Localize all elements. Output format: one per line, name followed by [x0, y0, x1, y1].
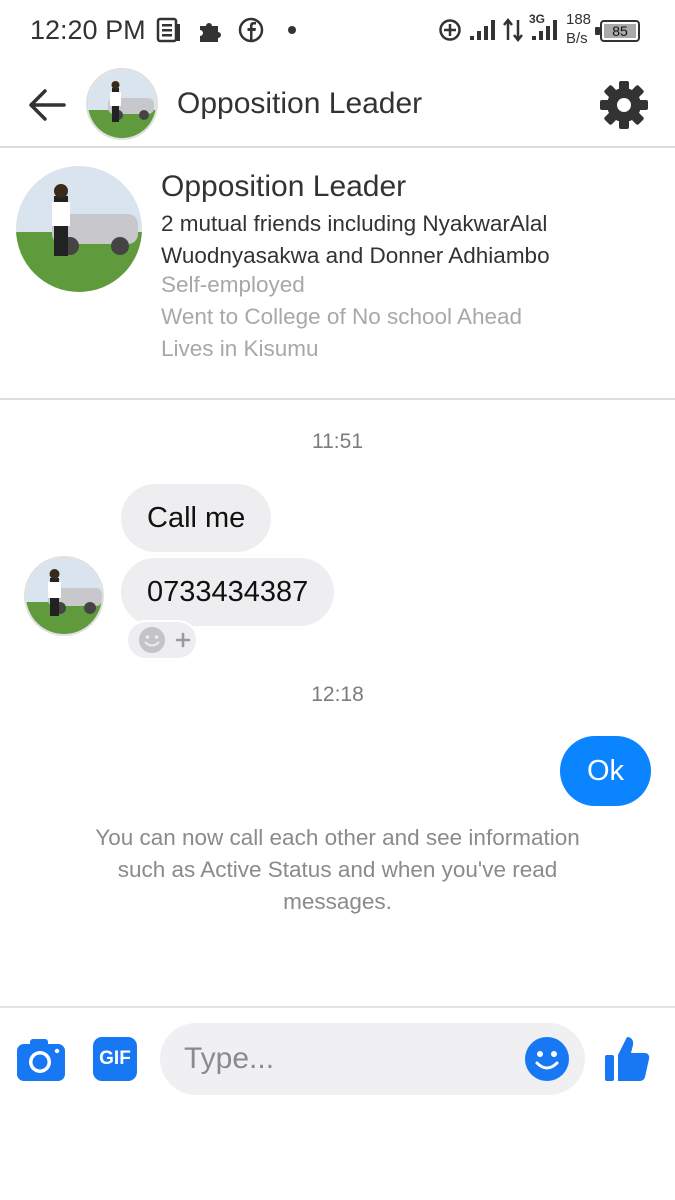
news-icon: [156, 17, 180, 43]
conversation-header: Opposition Leader: [0, 62, 675, 148]
profile-name: Opposition Leader: [161, 170, 407, 203]
message-timestamp: 11:51: [312, 430, 363, 453]
message-input-wrapper: [160, 1023, 585, 1095]
mutual-friends: 2 mutual friends including NyakwarAlal W…: [161, 211, 550, 268]
arrow-left-icon[interactable]: [24, 82, 70, 128]
profile-location: Lives in Kisumu: [161, 336, 319, 361]
battery-level: 85: [612, 23, 628, 39]
profile-card: Opposition Leader 2 mutual friends inclu…: [0, 150, 675, 400]
message-timestamp: 12:18: [311, 683, 364, 706]
speed-unit: B/s: [566, 30, 588, 47]
speed-value: 188: [566, 11, 592, 28]
profile-avatar[interactable]: [16, 166, 142, 292]
avatar-photo: [88, 70, 156, 138]
data-transfer-icon: [503, 17, 523, 43]
facebook-icon: [238, 17, 264, 43]
gif-button[interactable]: GIF: [93, 1037, 137, 1081]
header-avatar[interactable]: [86, 68, 158, 140]
dot-icon: [288, 26, 296, 34]
message-input[interactable]: [184, 1037, 514, 1081]
emoji-icon[interactable]: [524, 1036, 570, 1082]
message-composer: GIF: [0, 1006, 675, 1200]
profile-work: Self-employed: [161, 272, 305, 297]
gear-icon[interactable]: [598, 79, 650, 131]
battery-icon: 85: [595, 20, 640, 42]
signal-icon: [470, 20, 495, 40]
header-title: Opposition Leader: [177, 87, 423, 120]
signal-3g-icon: [532, 20, 557, 40]
battery-tip: [595, 27, 600, 35]
thumbs-up-icon[interactable]: [603, 1034, 653, 1084]
add-reaction-icon: [139, 627, 191, 653]
outgoing-message[interactable]: Ok: [560, 736, 651, 806]
profile-education: Went to College of No school Ahead: [161, 304, 523, 329]
data-saver-icon: [439, 19, 461, 41]
avatar-photo: [26, 558, 102, 634]
status-bar: 12:20 PM 3G 188 B/s 85: [0, 0, 675, 62]
sender-avatar[interactable]: [24, 556, 104, 636]
call-info-notice: You can now call each other and see info…: [95, 825, 580, 914]
incoming-message[interactable]: Call me: [121, 484, 272, 552]
puzzle-icon: [200, 23, 221, 42]
status-time: 12:20 PM: [30, 15, 146, 45]
add-reaction-button[interactable]: [126, 620, 198, 660]
camera-icon[interactable]: [16, 1036, 66, 1082]
incoming-message[interactable]: 0733434387: [121, 558, 335, 626]
avatar-photo: [16, 166, 142, 292]
